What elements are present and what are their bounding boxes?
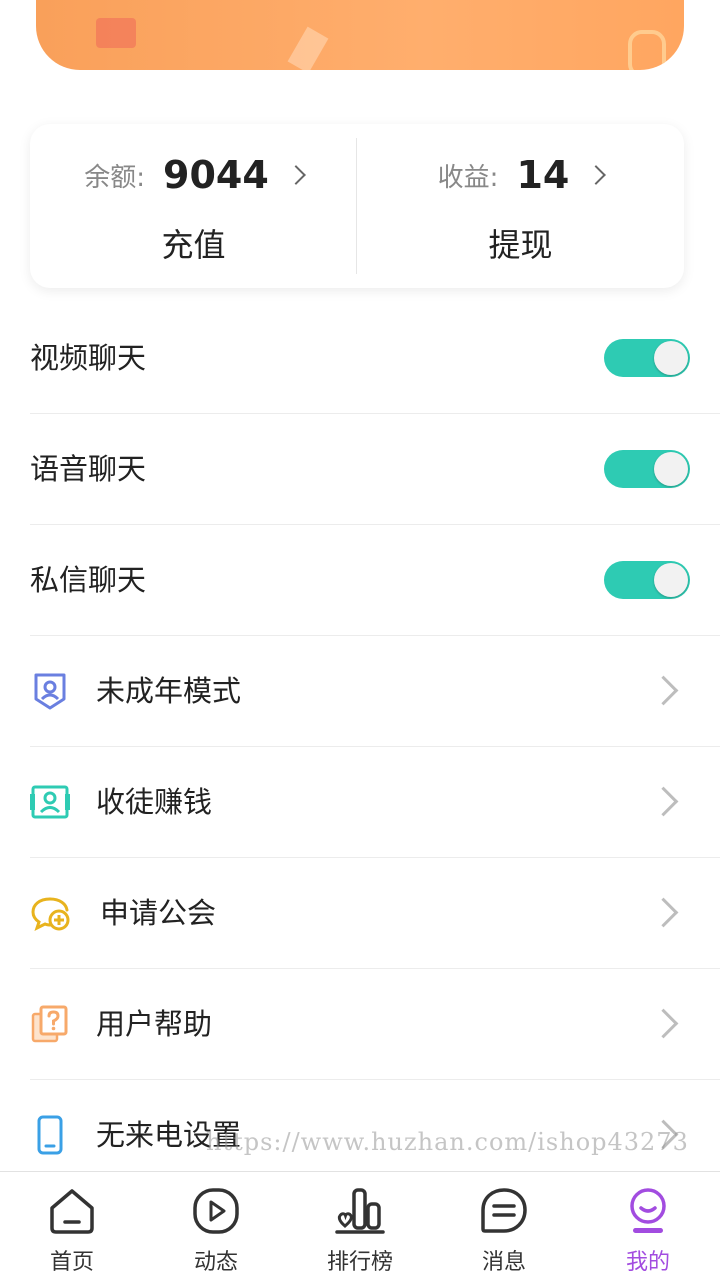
earnings-value: 14 bbox=[516, 153, 570, 197]
tab-label: 动态 bbox=[193, 1250, 238, 1275]
home-icon bbox=[50, 1189, 94, 1234]
bottom-tab-bar: 首页 动态 排行榜 消息 我的 bbox=[0, 1171, 720, 1281]
tab-label: 我的 bbox=[625, 1250, 670, 1275]
banner-decoration bbox=[628, 30, 666, 70]
phone-icon bbox=[37, 1115, 63, 1155]
chevron-right-icon bbox=[586, 165, 607, 185]
voice-chat-toggle[interactable] bbox=[604, 450, 690, 488]
chevron-right-icon bbox=[648, 1119, 679, 1150]
earnings-row[interactable]: 收益: 14 bbox=[357, 150, 684, 200]
promo-banner[interactable] bbox=[36, 0, 684, 70]
private-chat-toggle[interactable] bbox=[604, 561, 690, 599]
chevron-right-icon bbox=[648, 786, 679, 817]
message-icon bbox=[481, 1188, 527, 1233]
recharge-button[interactable]: 充值 bbox=[30, 220, 357, 266]
tab-feed[interactable]: 动态 bbox=[144, 1172, 288, 1281]
chevron-right-icon bbox=[648, 897, 679, 928]
chevron-right-icon bbox=[648, 1008, 679, 1039]
toggle-knob bbox=[654, 452, 688, 486]
wallet-card: 余额: 9044 充值 收益: 14 提现 bbox=[30, 124, 684, 288]
toggle-knob bbox=[654, 341, 688, 375]
withdraw-button[interactable]: 提现 bbox=[357, 220, 684, 266]
chat-add-icon bbox=[31, 897, 70, 931]
menu-item-label: 申请公会 bbox=[100, 896, 217, 930]
play-icon bbox=[193, 1188, 239, 1234]
toggle-label: 视频聊天 bbox=[30, 341, 147, 375]
profile-icon bbox=[630, 1188, 666, 1233]
shield-user-icon bbox=[34, 673, 66, 710]
menu-item-recruit-earn[interactable]: 收徒赚钱 bbox=[30, 747, 720, 858]
video-chat-toggle[interactable] bbox=[604, 339, 690, 377]
menu-item-label: 用户帮助 bbox=[96, 1007, 213, 1041]
tab-messages[interactable]: 消息 bbox=[432, 1172, 576, 1281]
menu-item-minor-mode[interactable]: 未成年模式 bbox=[30, 636, 720, 747]
toggle-label: 语音聊天 bbox=[30, 452, 147, 486]
balance-row[interactable]: 余额: 9044 bbox=[30, 150, 357, 200]
tab-profile[interactable]: 我的 bbox=[576, 1172, 720, 1281]
help-doc-icon bbox=[31, 1005, 68, 1043]
banner-decoration bbox=[287, 26, 329, 70]
toggle-row-private-chat: 私信聊天 bbox=[30, 525, 720, 636]
toggle-row-voice-chat: 语音聊天 bbox=[30, 414, 720, 525]
menu-item-apply-guild[interactable]: 申请公会 bbox=[30, 858, 720, 969]
chevron-right-icon bbox=[648, 675, 679, 706]
menu-item-label: 收徒赚钱 bbox=[96, 785, 213, 819]
balance-value: 9044 bbox=[163, 153, 269, 197]
earnings-label: 收益: bbox=[437, 162, 499, 193]
toggle-knob bbox=[654, 563, 688, 597]
banner-decoration bbox=[96, 18, 136, 48]
tab-home[interactable]: 首页 bbox=[0, 1172, 144, 1281]
id-card-icon bbox=[30, 785, 70, 819]
tab-label: 首页 bbox=[49, 1250, 94, 1275]
ranking-icon bbox=[335, 1188, 385, 1234]
tab-label: 排行榜 bbox=[326, 1250, 393, 1275]
toggle-row-video-chat: 视频聊天 bbox=[30, 303, 720, 414]
menu-item-user-help[interactable]: 用户帮助 bbox=[30, 969, 720, 1080]
menu-item-label: 未成年模式 bbox=[96, 674, 242, 708]
toggle-label: 私信聊天 bbox=[30, 563, 147, 597]
balance-label: 余额: bbox=[84, 162, 145, 193]
tab-ranking[interactable]: 排行榜 bbox=[288, 1172, 432, 1281]
earnings-section[interactable]: 收益: 14 提现 bbox=[357, 124, 684, 288]
chevron-right-icon bbox=[285, 165, 306, 185]
balance-section[interactable]: 余额: 9044 充值 bbox=[30, 124, 357, 288]
tab-label: 消息 bbox=[481, 1250, 526, 1275]
